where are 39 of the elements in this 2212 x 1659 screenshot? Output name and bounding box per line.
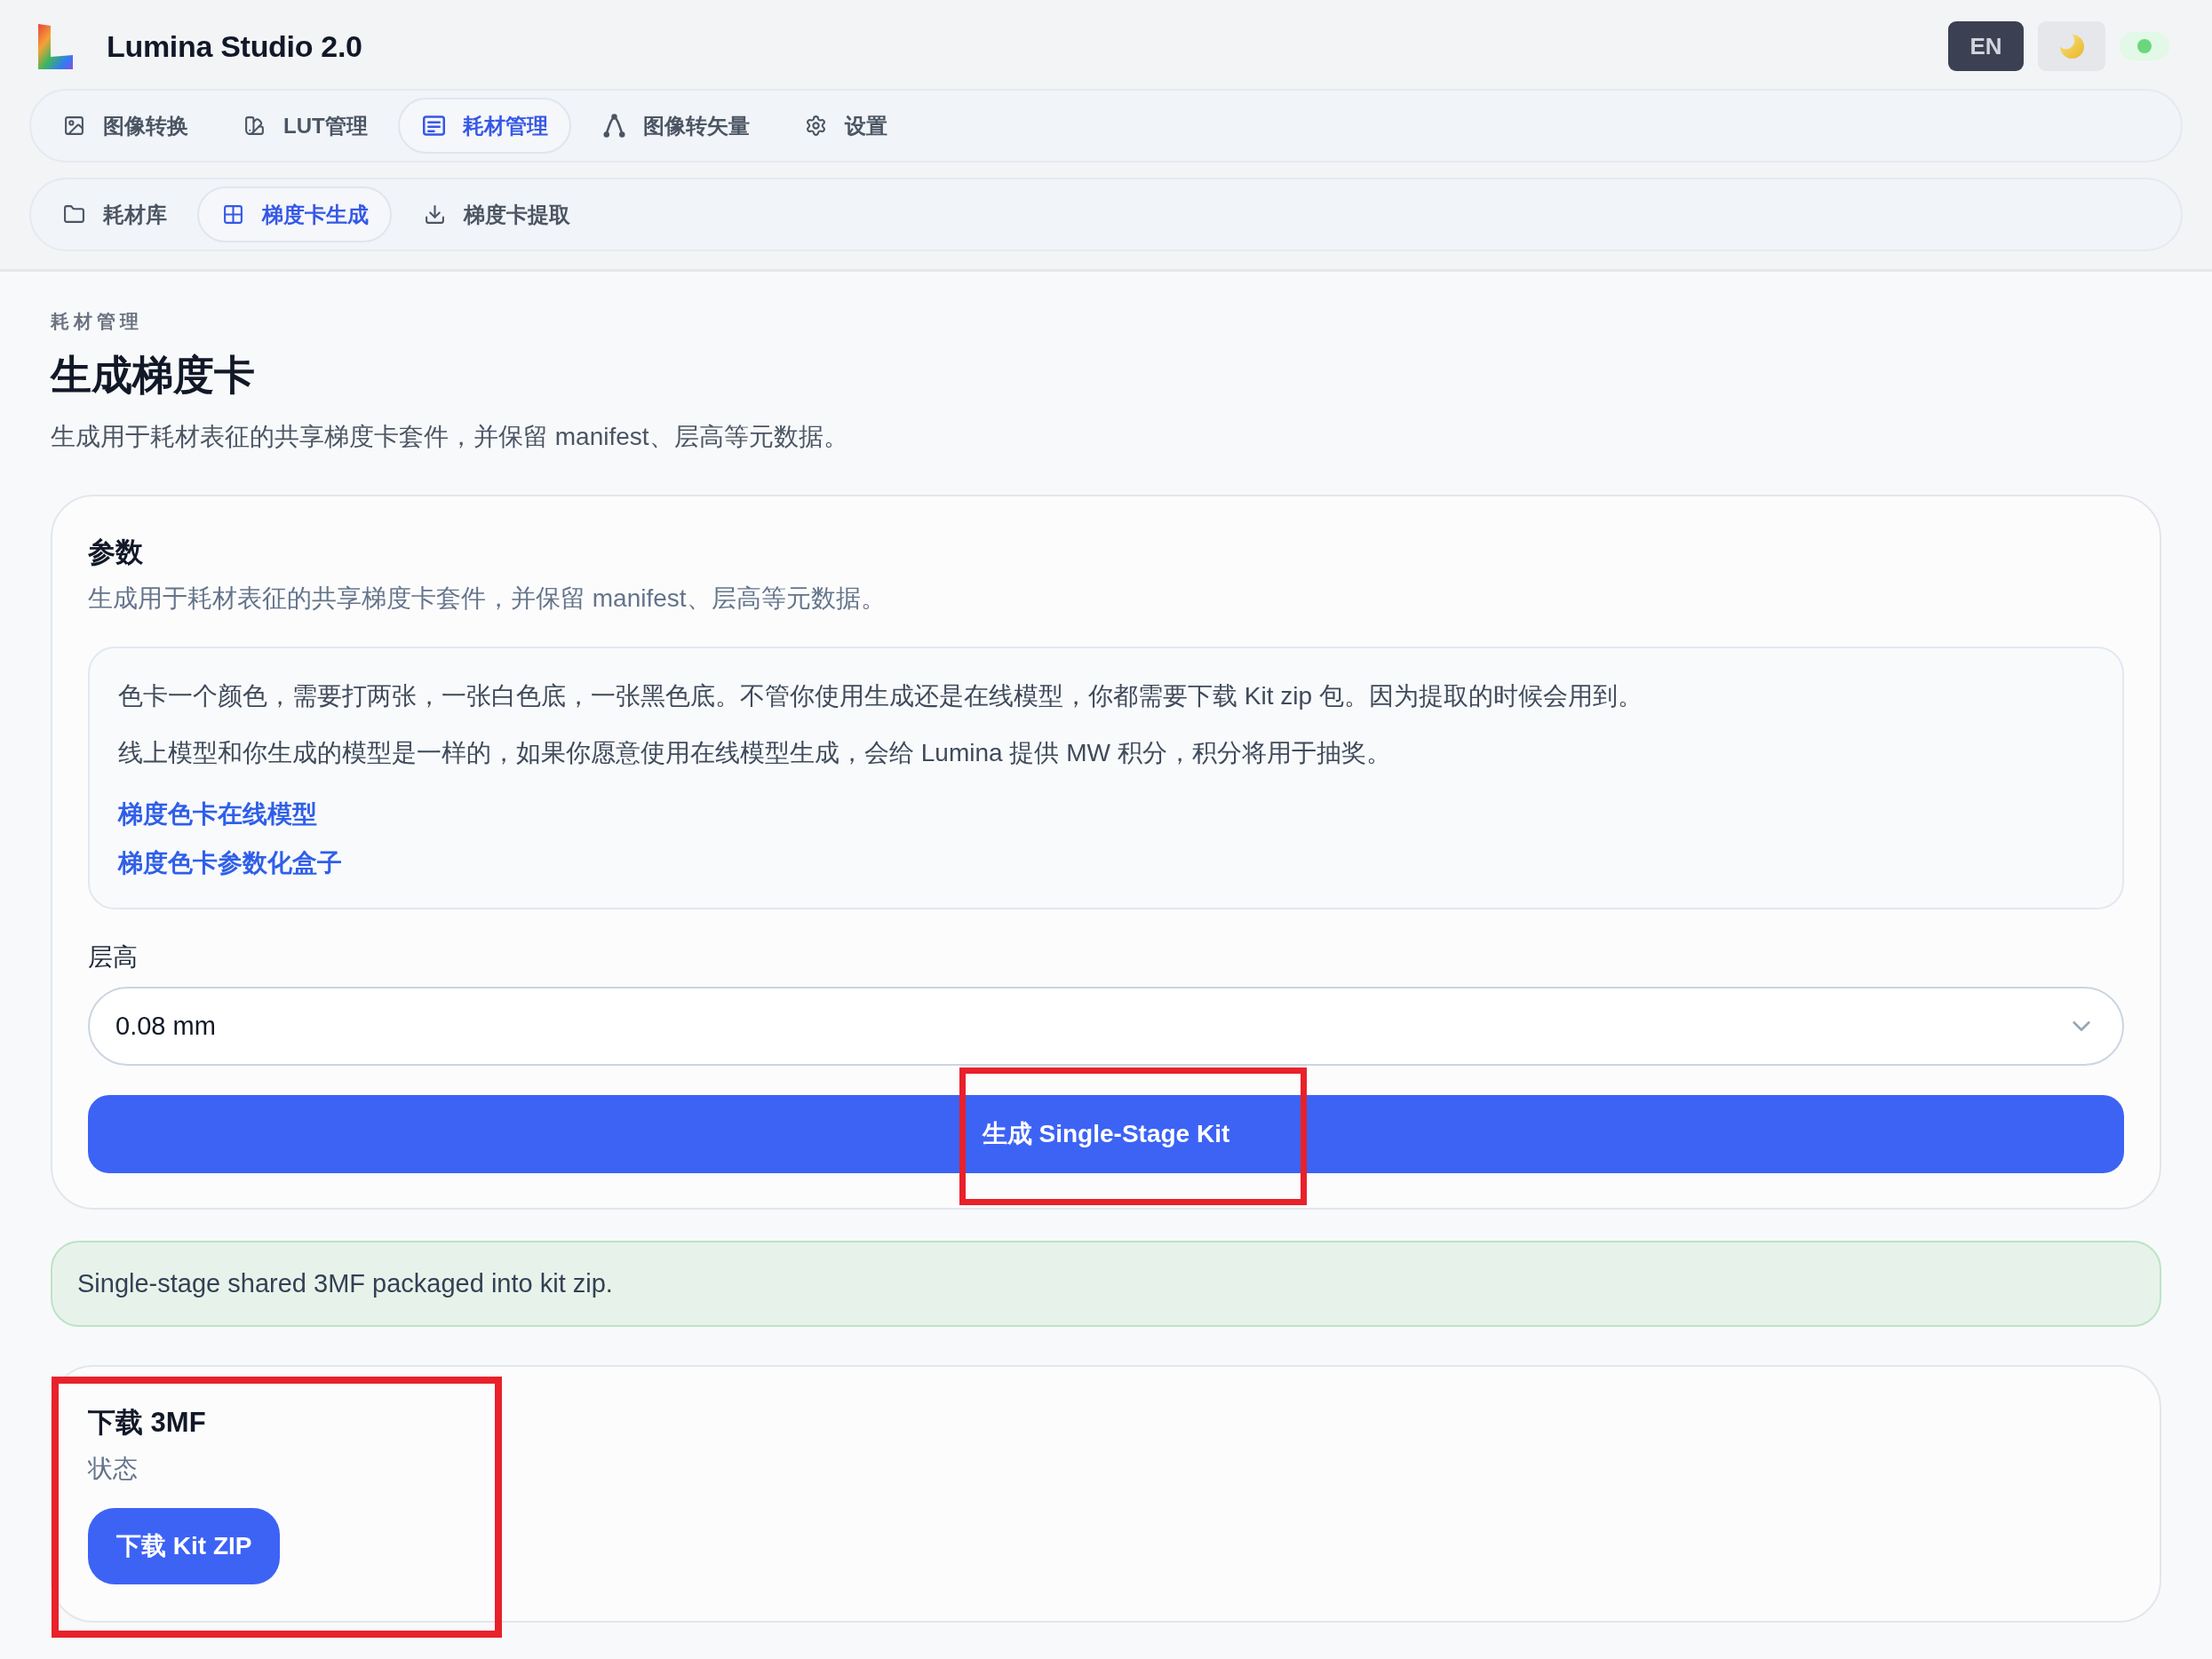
info-link[interactable]: 梯度色卡参数化盒子 (118, 845, 342, 881)
nav-tab[interactable]: 图像转矢量 (577, 98, 773, 154)
info-paragraph: 线上模型和你生成的模型是一样的，如果你愿意使用在线模型生成，会给 Lumina 提供 MW 积分，积分将用于抽奖。 (118, 738, 1391, 768)
layer-height-select[interactable]: 0.08 mm (88, 987, 2124, 1066)
logo-icon (38, 23, 73, 69)
card-title: 参数 (88, 536, 143, 569)
section-eyebrow: 耗材管理 (51, 310, 143, 333)
grid-icon (222, 203, 244, 226)
card-description: 生成用于耗材表征的共享梯度卡套件，并保留 manifest、层高等元数据。 (88, 583, 886, 614)
settings-icon (804, 115, 827, 137)
nav-tab[interactable]: 设置 (779, 98, 911, 154)
status-message: Single-stage shared 3MF packaged into kit zip. (77, 1269, 613, 1298)
card-title: 下载 3MF (88, 1406, 206, 1440)
select-value: 0.08 mm (115, 1012, 216, 1041)
page-description: 生成用于耗材表征的共享梯度卡套件，并保留 manifest、层高等元数据。 (51, 422, 848, 452)
chevron-down-icon (2073, 1021, 2090, 1031)
swatch-book-icon (243, 115, 266, 137)
status-label: 状态 (88, 1454, 138, 1484)
nav-tab[interactable]: 耗材库 (38, 187, 190, 242)
moon-icon (2059, 34, 2084, 59)
page-title: 生成梯度卡 (51, 351, 255, 400)
nav-tab[interactable]: LUT管理 (219, 98, 391, 154)
nav-tab[interactable]: 图像转换 (38, 98, 211, 154)
app-title: Lumina Studio 2.0 (107, 28, 362, 64)
download-icon (424, 203, 446, 226)
list-card-icon (422, 115, 445, 137)
language-button[interactable]: EN (1948, 21, 2024, 71)
nav-tab[interactable]: 梯度卡提取 (399, 187, 593, 242)
info-link[interactable]: 梯度色卡在线模型 (118, 797, 317, 832)
nav-tab[interactable]: 耗材管理 (397, 98, 571, 154)
folder-icon (63, 203, 85, 226)
image-icon (63, 115, 85, 137)
curve-nodes-icon (602, 114, 625, 138)
download-button[interactable]: 下载 Kit ZIP (88, 1508, 281, 1584)
generate-button[interactable]: 生成 Single-Stage Kit (88, 1095, 2124, 1173)
nav-tab[interactable]: 梯度卡生成 (197, 187, 392, 242)
theme-toggle-button[interactable] (2038, 21, 2105, 71)
info-paragraph: 色卡一个颜色，需要打两张，一张白色底，一张黑色底。不管你使用生成还是在线模型，你都需要下载 Kit zip 包。因为提取的时候会用到。 (118, 681, 1643, 711)
field-label: 层高 (88, 942, 138, 972)
